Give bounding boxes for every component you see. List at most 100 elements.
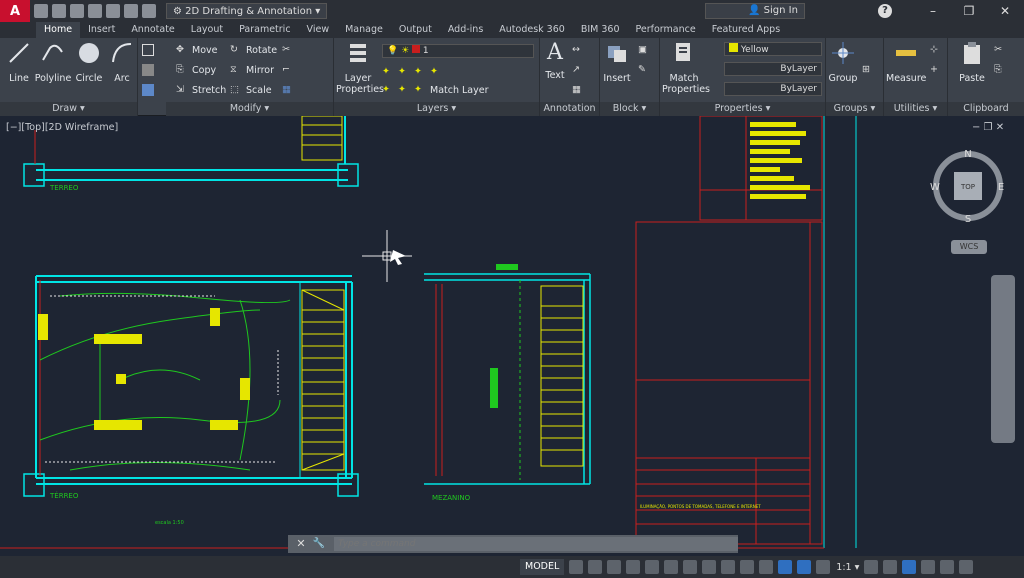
linetype-dropdown[interactable]: ByLayer [724, 62, 822, 76]
model-space-button[interactable]: MODEL [520, 559, 565, 575]
maximize-button[interactable]: ❐ [952, 2, 986, 20]
tab-view[interactable]: View [299, 22, 338, 38]
isometric-icon[interactable] [664, 560, 679, 574]
save-as-icon[interactable] [88, 4, 102, 18]
clipboard-panel-title[interactable]: Clipboard [948, 102, 1024, 116]
hatch-tool[interactable] [142, 62, 158, 78]
grid-icon[interactable] [569, 560, 584, 574]
measure-button[interactable]: Measure [886, 40, 926, 84]
compass-east[interactable]: E [998, 182, 1004, 193]
close-button[interactable]: ✕ [988, 2, 1022, 20]
move-button[interactable]: ✥ Move [176, 42, 217, 58]
annotation-visibility-icon[interactable] [778, 560, 793, 574]
tab-annotate[interactable]: Annotate [123, 22, 182, 38]
wrench-icon[interactable]: 🔧 [312, 537, 326, 551]
redo-icon[interactable] [142, 4, 156, 18]
lineweight-dropdown[interactable]: ByLayer [724, 82, 822, 96]
close-icon[interactable]: ✕ [294, 537, 308, 551]
group-button[interactable]: Group [826, 40, 860, 84]
id-point-button[interactable]: + [930, 62, 946, 78]
customize-menu-icon[interactable] [959, 560, 974, 574]
lineweight-icon[interactable] [721, 560, 736, 574]
rotate-button[interactable]: ↻ Rotate [230, 42, 277, 58]
match-layer-button[interactable]: ✦ ✦ ✦ Match Layer [382, 82, 489, 98]
tab-add-ins[interactable]: Add-ins [440, 22, 491, 38]
workspace-switch-icon[interactable] [864, 560, 879, 574]
wcs-menu-button[interactable]: WCS [951, 240, 987, 254]
copy-button[interactable]: ⎘ Copy [176, 62, 216, 78]
leader-button[interactable]: ↗ [572, 62, 588, 78]
open-file-icon[interactable] [52, 4, 66, 18]
layer-dropdown[interactable]: 💡 ☀ 1 [382, 44, 534, 58]
table-button[interactable]: ▦ [572, 82, 588, 98]
undo-icon[interactable] [124, 4, 138, 18]
layer-tools-row-1[interactable]: ✦ ✦ ✦ ✦ [382, 64, 446, 80]
fillet-button[interactable]: ⌐ [282, 62, 298, 78]
layers-panel-title[interactable]: Layers ▾ [334, 102, 539, 116]
mirror-button[interactable]: ⧖ Mirror [230, 62, 274, 78]
save-icon[interactable] [70, 4, 84, 18]
annotation-scale-button[interactable]: 1:1 ▾ [836, 562, 859, 573]
tab-bim-360[interactable]: BIM 360 [573, 22, 628, 38]
sign-in-button[interactable]: 👤 Sign In [740, 3, 798, 19]
transparency-icon[interactable] [740, 560, 755, 574]
tab-autodesk-360[interactable]: Autodesk 360 [491, 22, 573, 38]
selection-cycling-icon[interactable] [759, 560, 774, 574]
paste-button[interactable]: Paste [954, 40, 990, 84]
color-dropdown[interactable]: Yellow [724, 42, 822, 56]
tab-insert[interactable]: Insert [80, 22, 123, 38]
print-icon[interactable] [106, 4, 120, 18]
groups-panel-title[interactable]: Groups ▾ [826, 102, 883, 116]
text-button[interactable]: A Text [540, 40, 570, 81]
hardware-acceleration-icon[interactable] [902, 560, 917, 574]
scale-button[interactable]: ⬚ Scale [230, 82, 272, 98]
trim-button[interactable]: ✂ [282, 42, 298, 58]
modify-panel-title[interactable]: Modify ▾ [166, 102, 333, 116]
compass-south[interactable]: S [965, 214, 971, 224]
arc-tool[interactable]: Arc [106, 40, 138, 84]
draw-panel-title[interactable]: Draw ▾ [0, 102, 137, 116]
quick-select-button[interactable]: ⊹ [930, 42, 946, 58]
viewport-controls-label[interactable]: [−][Top][2D Wireframe] [6, 122, 118, 133]
tab-performance[interactable]: Performance [628, 22, 704, 38]
block-panel-title[interactable]: Block ▾ [600, 102, 659, 116]
navigation-bar[interactable] [991, 275, 1015, 443]
clean-screen-icon[interactable] [940, 560, 955, 574]
isolate-objects-icon[interactable] [921, 560, 936, 574]
tab-output[interactable]: Output [391, 22, 440, 38]
compass-west[interactable]: W [930, 182, 940, 193]
drawing-canvas[interactable]: TERREO TÉRREO escala 1:50 MEZANINO ILUMI… [0, 116, 1024, 556]
workspace-selector[interactable]: ⚙ 2D Drafting & Annotation ▾ [166, 3, 328, 19]
infer-constraints-icon[interactable] [607, 560, 622, 574]
edit-block-button[interactable]: ✎ [638, 62, 654, 78]
viewcube[interactable]: TOP N S E W [930, 148, 1006, 224]
new-file-icon[interactable] [34, 4, 48, 18]
insert-button[interactable]: Insert [600, 40, 634, 84]
minimize-button[interactable]: – [916, 2, 950, 20]
plus-icon[interactable] [883, 560, 898, 574]
command-input[interactable] [334, 537, 738, 551]
line-tool[interactable]: Line [2, 40, 36, 84]
tab-parametric[interactable]: Parametric [231, 22, 298, 38]
help-icon[interactable]: ? [878, 4, 892, 18]
match-properties-button[interactable]: Match Properties [662, 40, 710, 95]
cut-button[interactable]: ✂ [994, 42, 1010, 58]
rectangle-tool[interactable] [142, 42, 158, 58]
object-snap-tracking-icon[interactable] [683, 560, 698, 574]
snap-icon[interactable] [588, 560, 603, 574]
polar-tracking-icon[interactable] [645, 560, 660, 574]
tab-layout[interactable]: Layout [183, 22, 231, 38]
app-logo-icon[interactable]: A [0, 0, 30, 22]
copy-clip-button[interactable]: ⎘ [994, 62, 1010, 78]
polyline-tool[interactable]: Polyline [34, 40, 72, 84]
properties-panel-title[interactable]: Properties ▾ [660, 102, 825, 116]
ortho-icon[interactable] [626, 560, 641, 574]
dimension-button[interactable]: ↔ [572, 42, 588, 58]
compass-north[interactable]: N [964, 149, 971, 160]
tab-home[interactable]: Home [36, 22, 81, 38]
annotation-panel-title[interactable]: Annotation ▾ [540, 102, 599, 128]
gradient-tool[interactable] [142, 82, 158, 98]
tab-manage[interactable]: Manage [337, 22, 391, 38]
array-button[interactable]: ▦ [282, 82, 298, 98]
create-block-button[interactable]: ▣ [638, 42, 654, 58]
